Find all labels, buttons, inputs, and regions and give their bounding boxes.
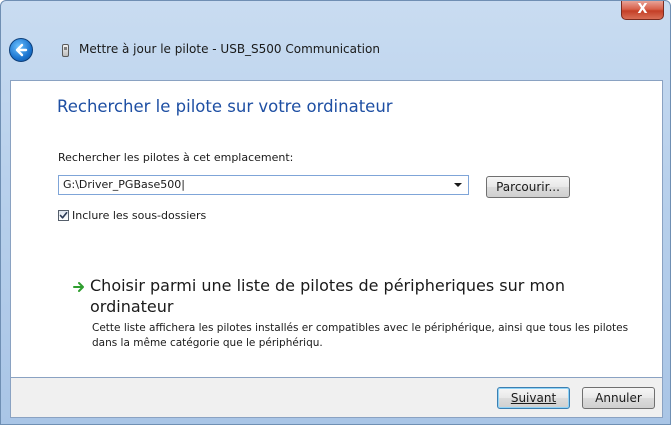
green-arrow-icon[interactable] (73, 281, 85, 293)
checkmark-icon (59, 212, 68, 219)
back-arrow-icon (15, 43, 28, 57)
device-icon (62, 44, 69, 57)
wizard-footer: Suivant Annuler (10, 378, 663, 418)
page-heading: Rechercher le pilote sur votre ordinateu… (57, 97, 393, 116)
close-button[interactable]: X (621, 1, 664, 20)
choose-from-list-description: Cette liste affichera les pilotes instal… (92, 322, 629, 349)
path-combobox[interactable]: G:\Driver_PGBase500| (58, 175, 469, 195)
back-button[interactable] (9, 38, 33, 62)
include-subfolders-label[interactable]: Inclure les sous-dossiers (72, 209, 206, 222)
choose-from-list-link[interactable]: Choisir parmi une liste de pilotes de pé… (90, 275, 570, 317)
update-driver-window: X Mettre à jour le pilote - USB_S500 Com… (0, 0, 671, 425)
include-subfolders-checkbox[interactable] (58, 210, 69, 221)
browse-button[interactable]: Parcourir... (486, 176, 570, 198)
next-button[interactable]: Suivant (497, 387, 570, 409)
path-input-value[interactable]: G:\Driver_PGBase500| (63, 178, 185, 191)
location-label: Rechercher les pilotes à cet emplacement… (58, 151, 294, 164)
title-bar: Mettre à jour le pilote - USB_S500 Commu… (1, 29, 670, 69)
wizard-content: Rechercher le pilote sur votre ordinateu… (10, 80, 663, 378)
dropdown-arrow-icon[interactable] (454, 183, 462, 187)
window-title: Mettre à jour le pilote - USB_S500 Commu… (79, 42, 380, 56)
cancel-button[interactable]: Annuler (582, 387, 655, 409)
